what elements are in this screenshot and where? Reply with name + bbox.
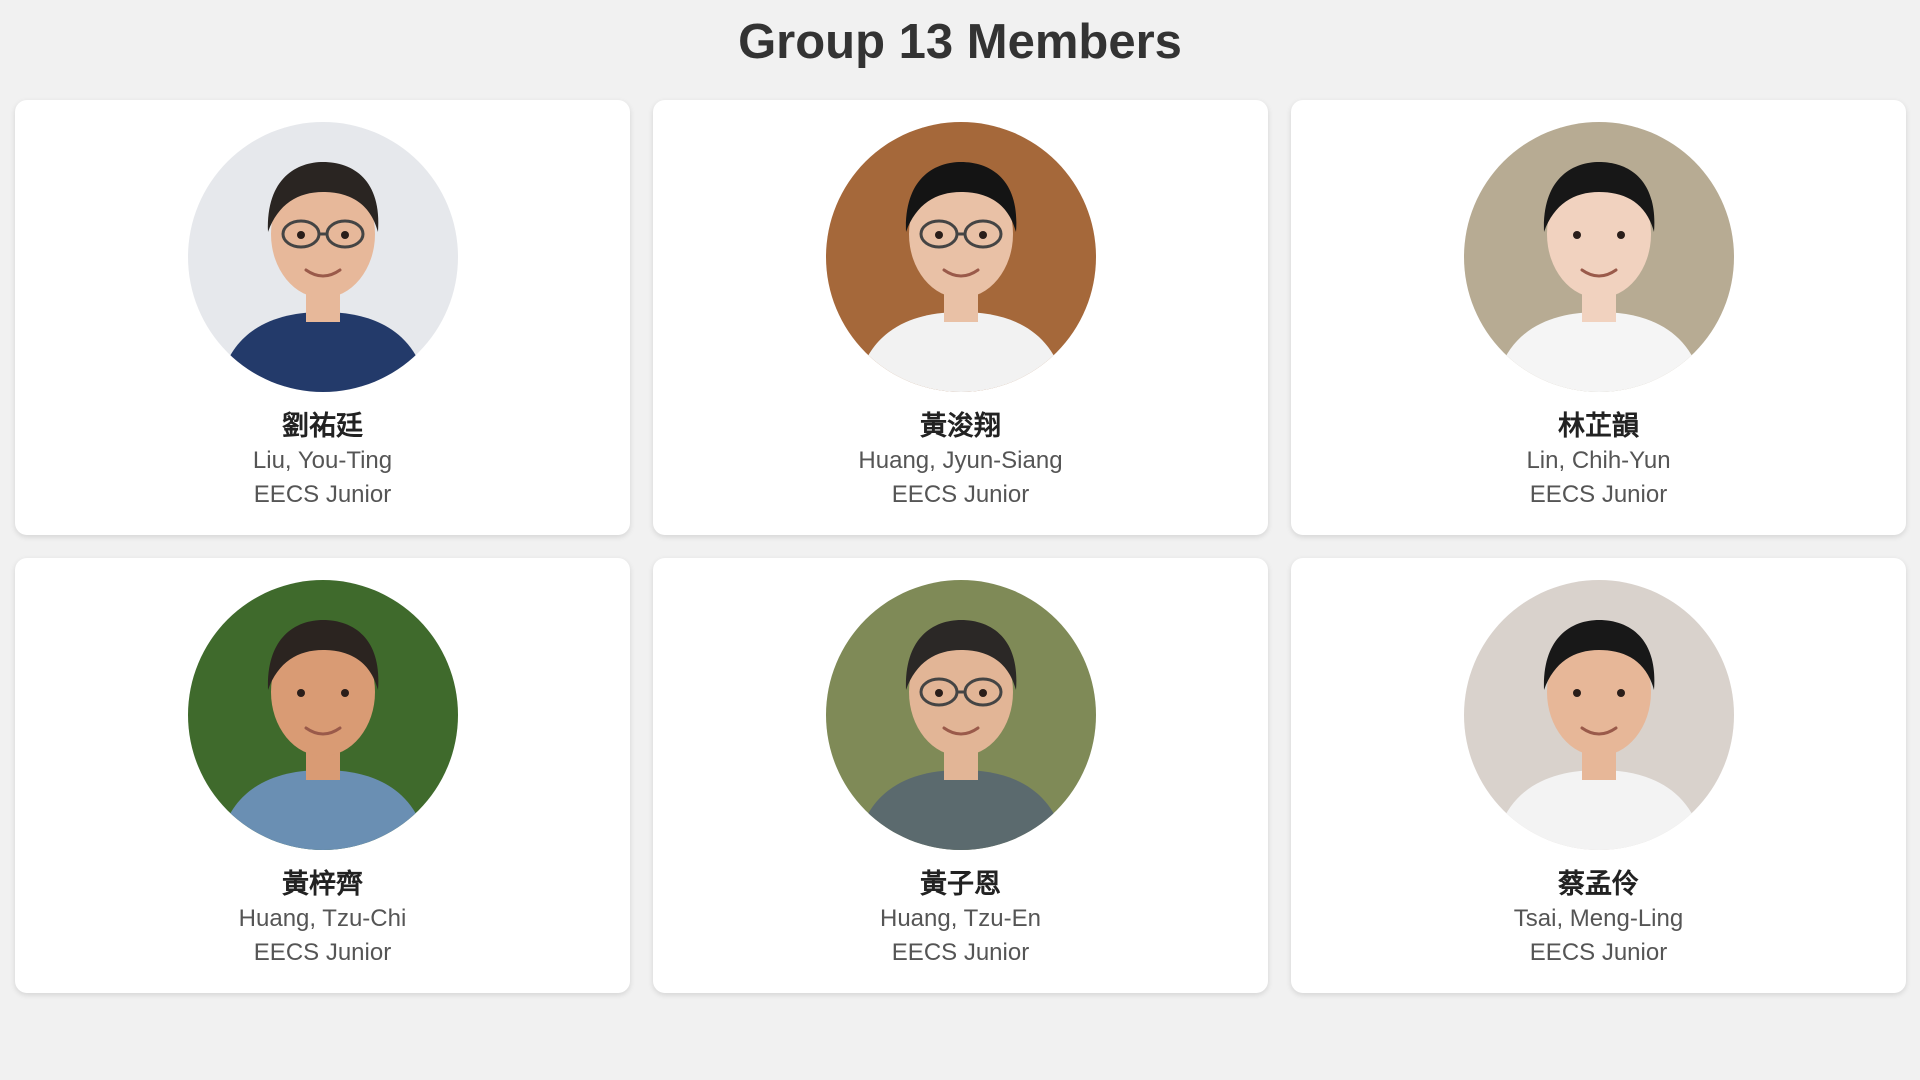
member-card: 黃浚翔 Huang, Jyun-Siang EECS Junior <box>653 100 1268 535</box>
member-dept: EECS Junior <box>253 481 392 508</box>
page: Group 13 Members 劉祐廷 Liu, You-Ting EECS … <box>0 0 1920 1080</box>
member-card: 林芷韻 Lin, Chih-Yun EECS Junior <box>1291 100 1906 535</box>
member-name-en: Lin, Chih-Yun <box>1526 447 1671 474</box>
member-name-zh: 蔡孟伶 <box>1558 869 1639 900</box>
member-photo <box>187 122 458 392</box>
member-name-zh: 黃梓齊 <box>282 869 363 900</box>
member-dept: EECS Junior <box>1529 481 1668 508</box>
member-name-en: Liu, You-Ting <box>252 447 393 474</box>
member-dept: EECS Junior <box>1529 939 1668 966</box>
member-dept: EECS Junior <box>891 481 1030 508</box>
member-name-en: Tsai, Meng-Ling <box>1513 905 1684 932</box>
member-grid: 劉祐廷 Liu, You-Ting EECS Junior 黃浚翔 Huang,… <box>15 100 1906 993</box>
member-name-en: Huang, Jyun-Siang <box>858 447 1063 474</box>
member-photo <box>825 580 1096 850</box>
member-name-zh: 劉祐廷 <box>282 411 363 442</box>
member-photo <box>1463 122 1734 392</box>
member-name-en: Huang, Tzu-Chi <box>238 905 407 932</box>
member-dept: EECS Junior <box>891 939 1030 966</box>
member-name-zh: 黃子恩 <box>920 869 1001 900</box>
member-name-zh: 林芷韻 <box>1558 411 1639 442</box>
page-title: Group 13 Members <box>738 15 1182 69</box>
member-card: 劉祐廷 Liu, You-Ting EECS Junior <box>15 100 630 535</box>
member-photo <box>187 580 458 850</box>
member-dept: EECS Junior <box>253 939 392 966</box>
member-name-zh: 黃浚翔 <box>920 411 1001 442</box>
member-photo <box>825 122 1096 392</box>
member-card: 蔡孟伶 Tsai, Meng-Ling EECS Junior <box>1291 558 1906 993</box>
member-card: 黃子恩 Huang, Tzu-En EECS Junior <box>653 558 1268 993</box>
member-photo <box>1463 580 1734 850</box>
member-card: 黃梓齊 Huang, Tzu-Chi EECS Junior <box>15 558 630 993</box>
member-name-en: Huang, Tzu-En <box>880 905 1041 932</box>
